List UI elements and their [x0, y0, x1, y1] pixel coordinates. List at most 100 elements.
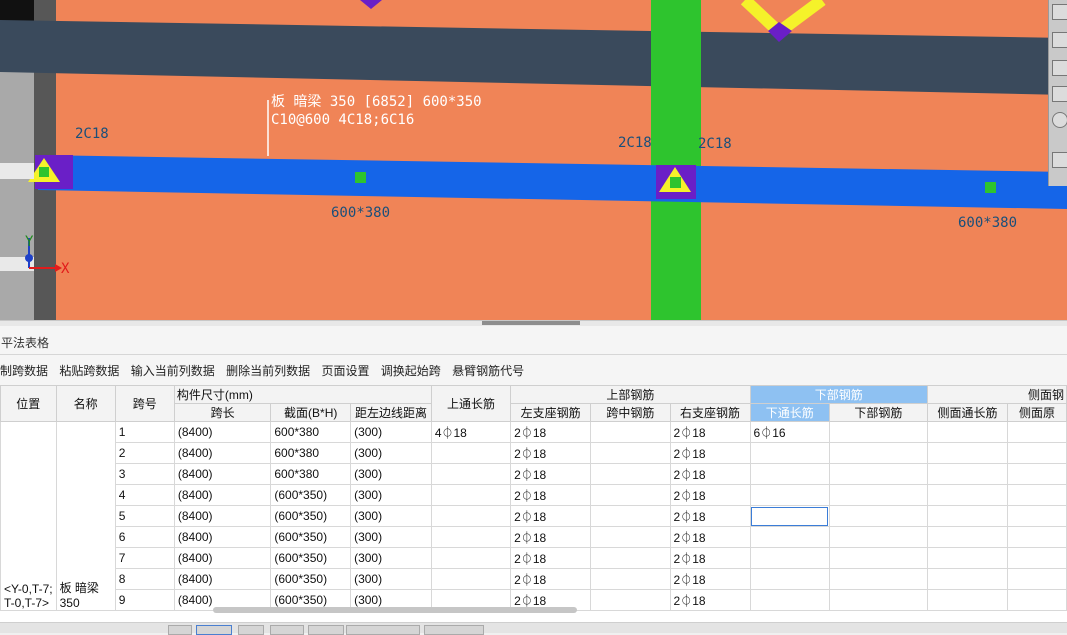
status-button-4[interactable]: [270, 625, 304, 635]
right-support-cell[interactable]: 2⏀18: [669, 526, 751, 548]
toolbar-page-setup[interactable]: 页面设置: [321, 364, 369, 378]
status-button-1[interactable]: [168, 625, 192, 635]
right-support-cell[interactable]: 2⏀18: [669, 568, 751, 590]
top-through-cell[interactable]: [430, 463, 512, 485]
mid-span-cell[interactable]: [590, 463, 671, 485]
bottom-rebar-cell[interactable]: [828, 463, 929, 485]
table-row[interactable]: 4 (8400) (600*350) (300) 2⏀18 2⏀18: [1, 484, 1067, 506]
table-row[interactable]: 7 (8400) (600*350) (300) 2⏀18 2⏀18: [1, 547, 1067, 569]
toolbar-swap-start-span[interactable]: 调换起始跨: [381, 364, 441, 378]
left-support-cell[interactable]: 2⏀18: [510, 484, 592, 506]
span-length-cell[interactable]: (8400): [173, 484, 272, 506]
mid-span-cell[interactable]: [590, 568, 671, 590]
side-other-cell[interactable]: [1007, 463, 1067, 485]
status-button-7[interactable]: [424, 625, 484, 635]
top-through-cell[interactable]: [430, 568, 512, 590]
section-cell[interactable]: (600*350): [270, 547, 352, 569]
span-no-cell[interactable]: 4: [114, 484, 175, 506]
span-length-cell[interactable]: (8400): [173, 568, 272, 590]
status-button-3[interactable]: [238, 625, 264, 635]
horizontal-scrollbar[interactable]: [0, 606, 1067, 614]
bottom-through-cell[interactable]: [749, 484, 830, 506]
side-other-cell[interactable]: [1007, 547, 1067, 569]
span-no-cell[interactable]: 3: [114, 463, 175, 485]
span-length-cell[interactable]: (8400): [173, 526, 272, 548]
bottom-rebar-cell[interactable]: [828, 568, 929, 590]
splitter-grip[interactable]: [482, 321, 580, 325]
mid-span-cell[interactable]: [590, 484, 671, 506]
top-through-cell[interactable]: [430, 547, 512, 569]
section-cell[interactable]: (600*350): [270, 484, 352, 506]
span-length-cell[interactable]: (8400): [173, 421, 272, 443]
span-length-cell[interactable]: (8400): [173, 442, 272, 464]
top-through-cell[interactable]: [430, 526, 512, 548]
side-through-cell[interactable]: [926, 547, 1009, 569]
mid-span-cell[interactable]: [590, 526, 671, 548]
bottom-rebar-cell[interactable]: [828, 547, 929, 569]
span-length-cell[interactable]: (8400): [173, 547, 272, 569]
side-other-cell[interactable]: [1007, 484, 1067, 506]
right-support-cell[interactable]: 2⏀18: [669, 547, 751, 569]
toolbox-button-2[interactable]: [1052, 32, 1067, 48]
span-no-cell[interactable]: 8: [114, 568, 175, 590]
edge-distance-cell[interactable]: (300): [350, 568, 432, 590]
toolbar-copy-span[interactable]: 制跨数据: [0, 364, 48, 378]
right-support-cell[interactable]: 2⏀18: [669, 484, 751, 506]
section-cell[interactable]: (600*350): [270, 526, 352, 548]
section-cell[interactable]: (600*350): [270, 505, 352, 527]
right-support-cell[interactable]: 2⏀18: [669, 505, 751, 527]
cad-viewport[interactable]: 350 板 暗梁 350 [6852] 600*350 C10@600 4C18…: [0, 0, 1067, 320]
side-other-cell[interactable]: [1007, 526, 1067, 548]
span-length-cell[interactable]: (8400): [173, 505, 272, 527]
bottom-through-cell[interactable]: 6⏀16: [749, 421, 830, 443]
top-through-cell[interactable]: [430, 442, 512, 464]
bottom-through-cell[interactable]: [749, 568, 830, 590]
side-through-cell[interactable]: [926, 568, 1009, 590]
table-row[interactable]: 2 (8400) 600*380 (300) 2⏀18 2⏀18: [1, 442, 1067, 464]
top-through-cell[interactable]: [430, 505, 512, 527]
right-support-cell[interactable]: 2⏀18: [669, 463, 751, 485]
bottom-rebar-cell[interactable]: [828, 526, 929, 548]
edge-distance-cell[interactable]: (300): [350, 505, 432, 527]
mid-span-cell[interactable]: [590, 421, 671, 443]
status-button-6[interactable]: [346, 625, 420, 635]
left-support-cell[interactable]: 2⏀18: [510, 568, 592, 590]
left-support-cell[interactable]: 2⏀18: [510, 442, 592, 464]
side-other-cell[interactable]: [1007, 442, 1067, 464]
table-row[interactable]: 8 (8400) (600*350) (300) 2⏀18 2⏀18: [1, 568, 1067, 590]
section-cell[interactable]: (600*350): [270, 568, 352, 590]
table-row[interactable]: 5 (8400) (600*350) (300) 2⏀18 2⏀18: [1, 505, 1067, 527]
toolbox-button-6[interactable]: [1052, 152, 1067, 168]
side-through-cell[interactable]: [926, 484, 1009, 506]
toolbox-button-4[interactable]: [1052, 86, 1067, 102]
bottom-through-cell[interactable]: [749, 442, 830, 464]
side-through-cell[interactable]: [926, 526, 1009, 548]
side-other-cell[interactable]: [1007, 505, 1067, 527]
bottom-through-cell[interactable]: [749, 547, 830, 569]
bottom-through-cell[interactable]: [749, 526, 830, 548]
left-support-cell[interactable]: 2⏀18: [510, 547, 592, 569]
bottom-rebar-cell[interactable]: [828, 421, 929, 443]
span-no-cell[interactable]: 1: [114, 421, 175, 443]
toolbox-button-1[interactable]: [1052, 4, 1067, 20]
bottom-rebar-cell[interactable]: [828, 484, 929, 506]
edge-distance-cell[interactable]: (300): [350, 484, 432, 506]
toolbar-paste-span[interactable]: 粘贴跨数据: [59, 364, 119, 378]
edge-distance-cell[interactable]: (300): [350, 442, 432, 464]
edge-distance-cell[interactable]: (300): [350, 463, 432, 485]
bottom-rebar-cell[interactable]: [828, 442, 929, 464]
section-cell[interactable]: 600*380: [270, 442, 352, 464]
name-cell[interactable]: 板 暗梁 350: [55, 421, 116, 611]
top-through-cell[interactable]: [430, 484, 512, 506]
section-cell[interactable]: 600*380: [270, 463, 352, 485]
position-cell[interactable]: <Y-0,T-7; T-0,T-7>: [0, 421, 57, 611]
edge-distance-cell[interactable]: (300): [350, 421, 432, 443]
span-no-cell[interactable]: 2: [114, 442, 175, 464]
left-support-cell[interactable]: 2⏀18: [510, 463, 592, 485]
mid-span-cell[interactable]: [590, 547, 671, 569]
top-through-cell[interactable]: 4⏀18: [430, 421, 512, 443]
side-through-cell[interactable]: [926, 505, 1009, 527]
table-row[interactable]: 6 (8400) (600*350) (300) 2⏀18 2⏀18: [1, 526, 1067, 548]
left-support-cell[interactable]: 2⏀18: [510, 505, 592, 527]
mid-span-cell[interactable]: [590, 505, 671, 527]
